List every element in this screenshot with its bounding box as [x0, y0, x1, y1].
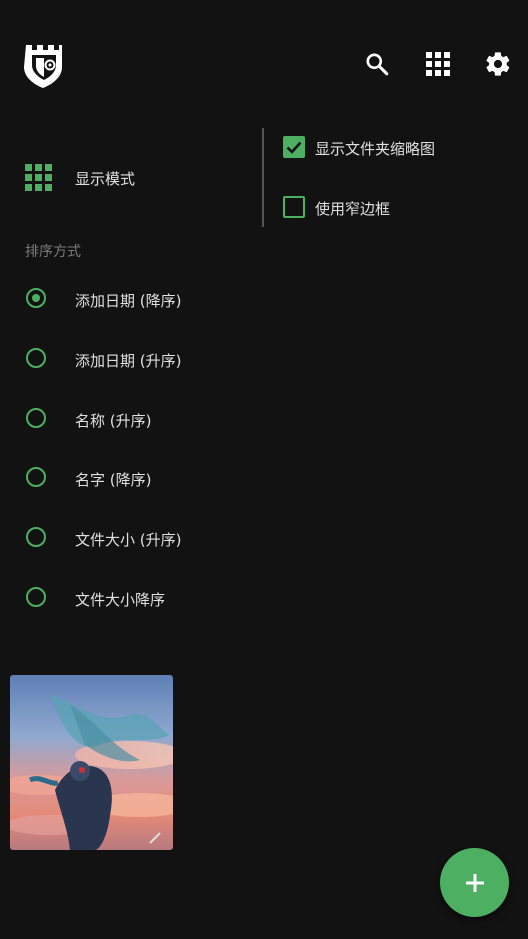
options-divider — [262, 128, 264, 227]
grid-view-button[interactable] — [418, 44, 458, 84]
sort-option-label[interactable]: 名称 (升序) — [75, 410, 151, 431]
search-icon — [366, 53, 389, 76]
display-mode-label[interactable]: 显示模式 — [75, 168, 135, 189]
grid-display-icon — [25, 164, 52, 191]
grid-view-icon — [426, 52, 450, 76]
sort-radio-size-asc[interactable] — [26, 527, 46, 547]
sort-radio-name-desc[interactable] — [26, 467, 46, 487]
sort-radio-name-asc[interactable] — [26, 408, 46, 428]
sort-option-label[interactable]: 文件大小降序 — [75, 589, 165, 610]
sort-section-title: 排序方式 — [25, 244, 81, 260]
sort-radio-date-asc[interactable] — [26, 348, 46, 368]
show-folder-thumbnails-label[interactable]: 显示文件夹缩略图 — [315, 138, 435, 159]
sort-option-label[interactable]: 文件大小 (升序) — [75, 529, 181, 550]
display-mode-button[interactable] — [25, 164, 52, 191]
use-narrow-border-checkbox[interactable] — [283, 196, 305, 218]
album-thumbnail[interactable] — [10, 675, 173, 850]
sort-radio-date-desc[interactable] — [26, 288, 46, 308]
sort-option-label[interactable]: 名字 (降序) — [75, 469, 151, 490]
add-button[interactable] — [440, 848, 509, 917]
anime-sky-artwork — [10, 675, 173, 850]
search-button[interactable] — [357, 44, 397, 84]
plus-icon — [465, 873, 484, 892]
checkmark-icon — [286, 141, 302, 154]
sort-radio-size-desc[interactable] — [26, 587, 46, 607]
app-logo — [22, 40, 66, 90]
settings-button[interactable] — [478, 44, 518, 84]
sort-option-label[interactable]: 添加日期 (升序) — [75, 350, 181, 371]
gear-icon — [486, 52, 510, 76]
use-narrow-border-label[interactable]: 使用窄边框 — [315, 198, 390, 219]
castle-shield-logo — [24, 45, 62, 88]
sort-option-label[interactable]: 添加日期 (降序) — [75, 290, 181, 311]
show-folder-thumbnails-checkbox[interactable] — [283, 136, 305, 158]
